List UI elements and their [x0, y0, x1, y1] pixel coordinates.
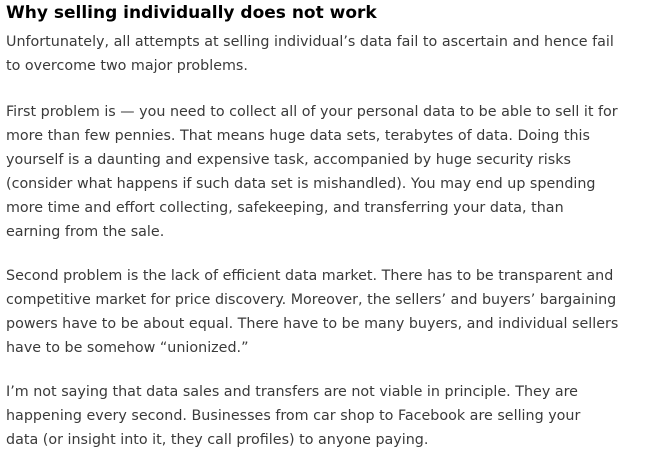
paragraph-second-problem: Second problem is the lack of efficient …: [6, 264, 651, 360]
paragraph-line: to overcome two major problems.: [6, 58, 248, 74]
paragraph-conclusion: I’m not saying that data sales and trans…: [6, 380, 651, 452]
paragraph-line: Second problem is the lack of efficient …: [6, 268, 614, 284]
paragraph-line: Unfortunately, all attempts at selling i…: [6, 34, 614, 50]
paragraph-line: yourself is a daunting and expensive tas…: [6, 152, 571, 168]
paragraph-line: have to be somehow “unionized.”: [6, 340, 249, 356]
paragraph-line: more time and effort collecting, safekee…: [6, 200, 564, 216]
paragraph-first-problem: First problem is — you need to collect a…: [6, 100, 651, 244]
paragraph-line: happening every second. Businesses from …: [6, 408, 581, 424]
paragraph-line: data (or insight into it, they call prof…: [6, 432, 429, 448]
paragraph-line: more than few pennies. That means huge d…: [6, 128, 590, 144]
paragraph-intro: Unfortunately, all attempts at selling i…: [6, 30, 651, 78]
paragraph-line: I’m not saying that data sales and trans…: [6, 384, 578, 400]
article: Why selling individually does not work U…: [0, 0, 653, 453]
paragraph-line: powers have to be about equal. There hav…: [6, 316, 619, 332]
paragraph-line: earning from the sale.: [6, 224, 165, 240]
paragraph-line: (consider what happens if such data set …: [6, 176, 596, 192]
paragraph-line: First problem is — you need to collect a…: [6, 104, 618, 120]
paragraph-line: competitive market for price discovery. …: [6, 292, 617, 308]
section-heading: Why selling individually does not work: [6, 3, 377, 23]
